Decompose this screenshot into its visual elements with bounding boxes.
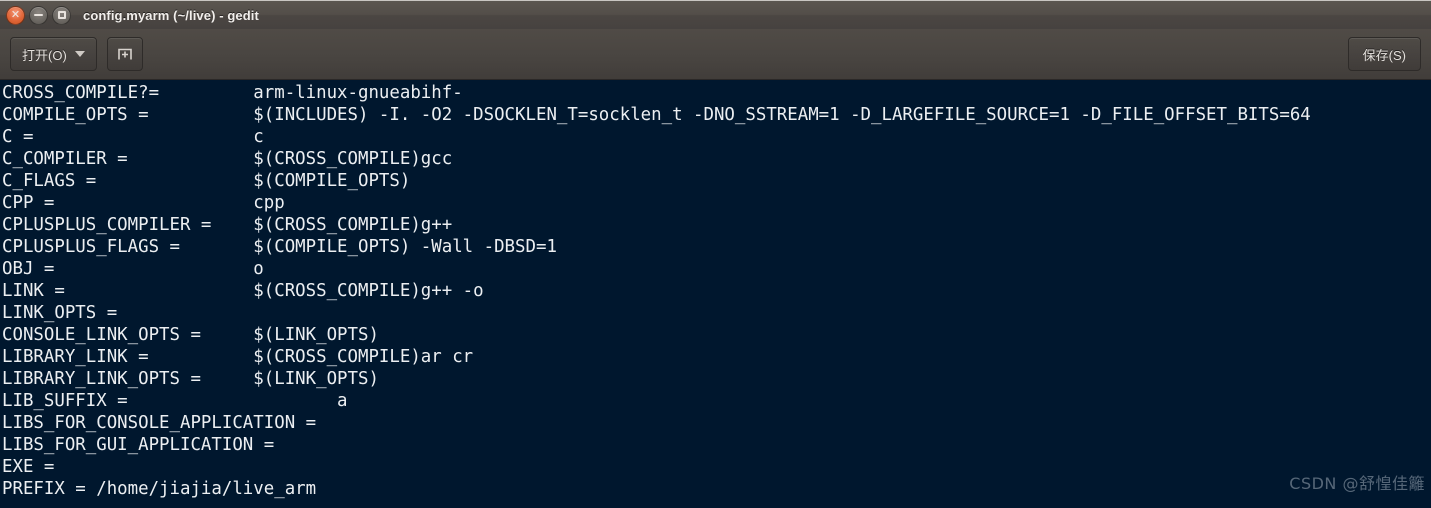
code-line: LINK = $(CROSS_COMPILE)g++ -o (2, 281, 484, 301)
code-line: LIBS_FOR_CONSOLE_APPLICATION = (2, 413, 317, 433)
new-document-icon (117, 48, 132, 60)
save-button[interactable]: 保存(S) (1347, 37, 1421, 71)
gedit-window: ✕ config.myarm (~/live) - gedit 打开(O) 保存… (0, 0, 1431, 508)
code-line: LIBRARY_LINK_OPTS = $(LINK_OPTS) (2, 369, 379, 389)
text-editor-view[interactable]: CROSS_COMPILE?= arm-linux-gnueabihf- COMP… (0, 80, 1431, 508)
toolbar: 打开(O) 保存(S) (0, 29, 1431, 80)
chevron-down-icon (74, 51, 85, 57)
window-title: config.myarm (~/live) - gedit (83, 7, 259, 23)
title-bar: ✕ config.myarm (~/live) - gedit (0, 0, 1431, 29)
code-line: LIBRARY_LINK = $(CROSS_COMPILE)ar cr (2, 347, 474, 367)
new-document-button[interactable] (106, 37, 143, 71)
code-line: C_FLAGS = $(COMPILE_OPTS) (2, 171, 411, 191)
minimize-button[interactable] (29, 5, 48, 25)
open-button-label: 打开(O) (22, 47, 67, 63)
code-line: LINK_OPTS = (2, 303, 118, 323)
code-line: CPLUSPLUS_FLAGS = $(COMPILE_OPTS) -Wall … (2, 237, 557, 257)
close-icon: ✕ (10, 8, 21, 21)
code-line: OBJ = o (2, 259, 264, 279)
maximize-icon (57, 11, 66, 19)
minimize-icon (34, 14, 43, 16)
watermark: CSDN @舒惶佳籬 (1289, 474, 1425, 493)
code-line: CROSS_COMPILE?= arm-linux-gnueabihf- (2, 83, 463, 103)
code-line: CONSOLE_LINK_OPTS = $(LINK_OPTS) (2, 325, 379, 345)
window-controls: ✕ (6, 5, 71, 25)
code-line: EXE = (2, 457, 55, 477)
code-line: CPP = cpp (2, 193, 285, 213)
toolbar-left-group: 打开(O) (10, 37, 143, 71)
source-code[interactable]: CROSS_COMPILE?= arm-linux-gnueabihf- COMP… (2, 82, 1431, 500)
code-line: COMPILE_OPTS = $(INCLUDES) -I. -O2 -DSOC… (2, 105, 1311, 125)
code-line: LIBS_FOR_GUI_APPLICATION = (2, 435, 275, 455)
code-line: CPLUSPLUS_COMPILER = $(CROSS_COMPILE)g++ (2, 215, 453, 235)
open-button[interactable]: 打开(O) (10, 37, 97, 71)
save-button-label: 保存(S) (1362, 47, 1406, 63)
code-line: C_COMPILER = $(CROSS_COMPILE)gcc (2, 149, 453, 169)
code-line: PREFIX = /home/jiajia/live_arm (2, 479, 317, 499)
code-line: C = c (2, 127, 264, 147)
code-line: LIB_SUFFIX = a (2, 391, 348, 411)
close-button[interactable]: ✕ (6, 5, 25, 25)
maximize-button[interactable] (52, 5, 71, 25)
